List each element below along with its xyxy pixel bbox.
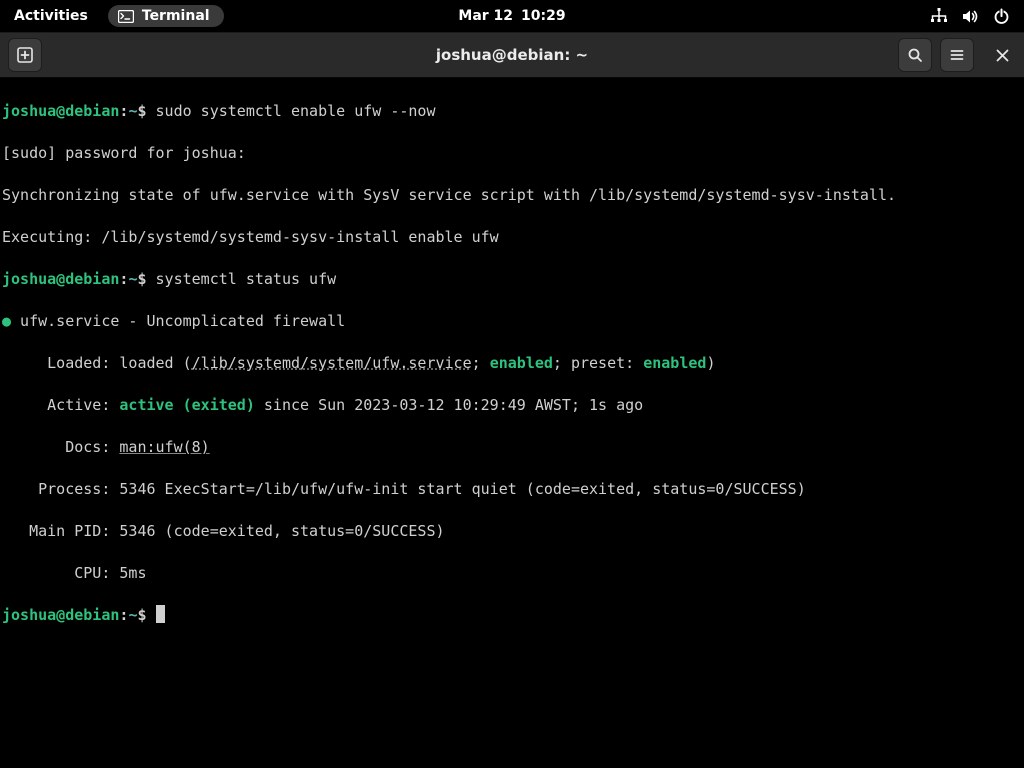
terminal-line: CPU: 5ms <box>2 563 1022 584</box>
terminal-line: Loaded: loaded (/lib/systemd/system/ufw.… <box>2 353 1022 374</box>
clock-date: Mar 12 <box>458 8 513 24</box>
terminal-line: ● ufw.service - Uncomplicated firewall <box>2 311 1022 332</box>
terminal-line: Synchronizing state of ufw.service with … <box>2 185 1022 206</box>
new-tab-button[interactable] <box>8 38 42 72</box>
window-title: joshua@debian: ~ <box>436 46 588 64</box>
terminal-line: Executing: /lib/systemd/systemd-sysv-ins… <box>2 227 1022 248</box>
docs-link: man:ufw(8) <box>119 438 209 456</box>
terminal-line: Process: 5346 ExecStart=/lib/ufw/ufw-ini… <box>2 479 1022 500</box>
clock[interactable]: Mar 12 10:29 <box>458 8 565 24</box>
network-icon[interactable] <box>930 7 948 25</box>
menu-button[interactable] <box>940 38 974 72</box>
prompt-user: joshua@debian <box>2 102 119 120</box>
command-text: sudo systemctl enable ufw --now <box>156 102 436 120</box>
terminal-line: Docs: man:ufw(8) <box>2 437 1022 458</box>
power-icon[interactable] <box>993 8 1010 25</box>
active-state: active (exited) <box>119 396 254 414</box>
terminal-line: joshua@debian:~$ sudo systemctl enable u… <box>2 101 1022 122</box>
terminal-line: Active: active (exited) since Sun 2023-0… <box>2 395 1022 416</box>
status-dot-icon: ● <box>2 312 11 330</box>
terminal-line: [sudo] password for joshua: <box>2 143 1022 164</box>
close-button[interactable] <box>988 41 1016 69</box>
terminal-line: joshua@debian:~$ <box>2 605 1022 626</box>
terminal-viewport[interactable]: joshua@debian:~$ sudo systemctl enable u… <box>0 78 1024 768</box>
window-titlebar: joshua@debian: ~ <box>0 32 1024 78</box>
volume-icon[interactable] <box>962 8 979 25</box>
active-app-pill[interactable]: Terminal <box>108 5 224 27</box>
terminal-line: joshua@debian:~$ systemctl status ufw <box>2 269 1022 290</box>
clock-time: 10:29 <box>521 8 566 24</box>
terminal-icon <box>118 10 134 23</box>
gnome-top-bar: Activities Terminal Mar 12 10:29 <box>0 0 1024 32</box>
search-button[interactable] <box>898 38 932 72</box>
unit-file-path: /lib/systemd/system/ufw.service <box>192 354 472 372</box>
active-app-label: Terminal <box>142 8 210 24</box>
command-text: systemctl status ufw <box>156 270 337 288</box>
activities-button[interactable]: Activities <box>8 6 94 26</box>
terminal-line: Main PID: 5346 (code=exited, status=0/SU… <box>2 521 1022 542</box>
cursor <box>156 605 165 623</box>
